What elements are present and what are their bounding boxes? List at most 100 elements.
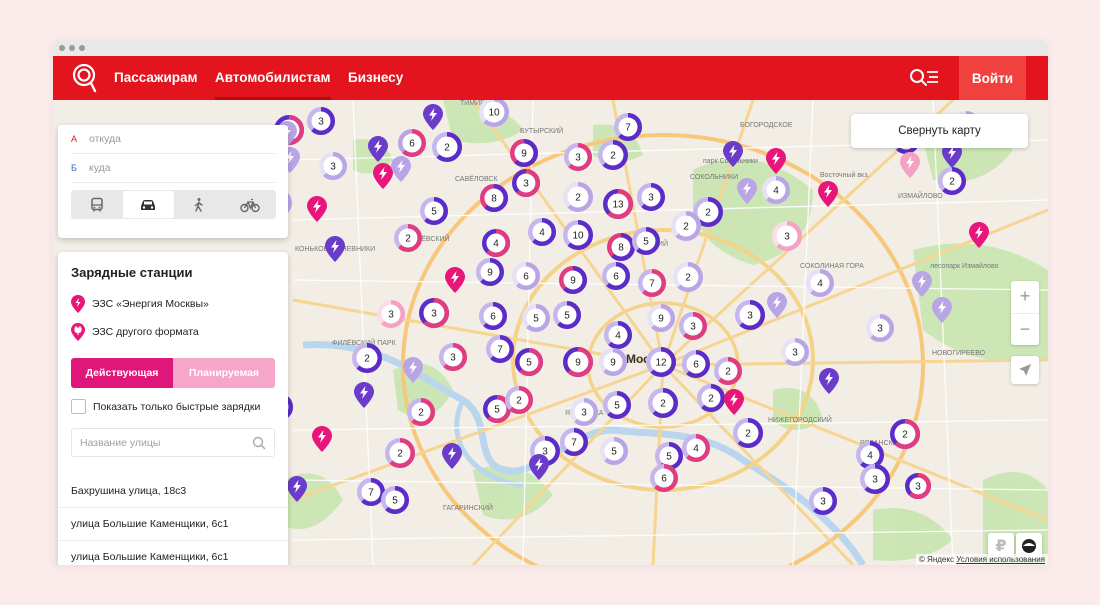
- charging-station-pin-icon[interactable]: [724, 389, 744, 415]
- station-cluster[interactable]: 2: [648, 388, 678, 418]
- station-cluster[interactable]: 3: [570, 398, 598, 426]
- station-cluster[interactable]: 3: [419, 298, 449, 328]
- charging-station-pin-icon[interactable]: [818, 181, 838, 207]
- nav-drivers[interactable]: Автомобилистам: [214, 56, 331, 100]
- collapse-map-button[interactable]: Свернуть карту: [851, 114, 1028, 148]
- station-cluster[interactable]: 3: [307, 107, 335, 135]
- station-cluster[interactable]: 2: [890, 419, 920, 449]
- station-cluster[interactable]: 3: [735, 300, 765, 330]
- station-cluster[interactable]: 3: [439, 343, 467, 371]
- station-cluster[interactable]: 4: [604, 321, 632, 349]
- station-cluster[interactable]: 3: [637, 183, 665, 211]
- station-cluster[interactable]: 5: [381, 486, 409, 514]
- zoom-in-button[interactable]: +: [1011, 281, 1039, 313]
- charging-station-pin-icon[interactable]: [423, 104, 443, 130]
- bike-icon[interactable]: [224, 191, 275, 218]
- station-cluster[interactable]: 4: [762, 176, 790, 204]
- station-cluster[interactable]: 6: [650, 464, 678, 492]
- station-cluster[interactable]: 6: [398, 129, 426, 157]
- charging-station-pin-icon[interactable]: [767, 292, 787, 318]
- station-cluster[interactable]: 9: [476, 258, 504, 286]
- charging-station-pin-icon[interactable]: [445, 267, 465, 293]
- station-cluster[interactable]: 4: [806, 269, 834, 297]
- charging-station-pin-icon[interactable]: [900, 152, 920, 178]
- station-cluster[interactable]: 8: [607, 233, 635, 261]
- charging-station-pin-icon[interactable]: [723, 141, 743, 167]
- status-planned-button[interactable]: Планируемая: [173, 358, 275, 388]
- station-cluster[interactable]: 7: [614, 113, 642, 141]
- zoom-out-button[interactable]: −: [1011, 312, 1039, 346]
- car-icon[interactable]: [122, 191, 174, 218]
- station-cluster[interactable]: 2: [671, 211, 701, 241]
- station-cluster[interactable]: 5: [553, 301, 581, 329]
- station-cluster[interactable]: 7: [638, 269, 666, 297]
- terms-link[interactable]: Условия использования: [956, 555, 1045, 564]
- charging-station-pin-icon[interactable]: [529, 454, 549, 480]
- geolocation-button[interactable]: [1011, 356, 1039, 384]
- station-cluster[interactable]: 3: [866, 314, 894, 342]
- station-cluster[interactable]: 2: [432, 132, 462, 162]
- station-cluster[interactable]: 10: [479, 100, 509, 127]
- station-cluster[interactable]: 2: [407, 398, 435, 426]
- station-cluster[interactable]: 3: [772, 221, 802, 251]
- charging-station-pin-icon[interactable]: [287, 476, 307, 502]
- station-cluster[interactable]: 2: [394, 224, 422, 252]
- station-cluster[interactable]: 5: [420, 197, 448, 225]
- station-cluster[interactable]: 4: [482, 229, 510, 257]
- charging-station-pin-icon[interactable]: [368, 136, 388, 162]
- charging-station-pin-icon[interactable]: [403, 357, 423, 383]
- station-cluster[interactable]: 3: [512, 169, 540, 197]
- station-cluster[interactable]: 3: [905, 473, 931, 499]
- station-cluster[interactable]: 8: [480, 184, 508, 212]
- list-item[interactable]: улица Большие Каменщики, 6с1: [58, 541, 288, 565]
- to-field[interactable]: Б куда: [71, 154, 276, 183]
- nav-passengers[interactable]: Пассажирам: [114, 56, 198, 100]
- station-cluster[interactable]: 9: [510, 139, 538, 167]
- station-cluster[interactable]: 5: [632, 227, 660, 255]
- station-cluster[interactable]: 2: [352, 343, 382, 373]
- station-cluster[interactable]: 9: [599, 348, 627, 376]
- station-cluster[interactable]: 12: [646, 347, 676, 377]
- charging-station-pin-icon[interactable]: [912, 271, 932, 297]
- charging-station-pin-icon[interactable]: [766, 148, 786, 174]
- from-field[interactable]: А откуда: [71, 125, 276, 154]
- station-cluster[interactable]: 2: [598, 140, 628, 170]
- station-cluster[interactable]: 2: [714, 357, 742, 385]
- logo-icon[interactable]: [70, 63, 100, 93]
- map-canvas[interactable]: ВОЙКОВСКИЙТИМИРЯЗБУТЫРСКИЙБОГОРОДСКОЕГОЛ…: [53, 100, 1048, 565]
- station-cluster[interactable]: 2: [673, 262, 703, 292]
- search-menu-icon[interactable]: [908, 66, 940, 90]
- list-item[interactable]: Бахрушина улица, 18с3: [58, 475, 288, 508]
- station-cluster[interactable]: 5: [522, 304, 550, 332]
- charging-station-pin-icon[interactable]: [442, 443, 462, 469]
- charging-station-pin-icon[interactable]: [354, 382, 374, 408]
- station-cluster[interactable]: 3: [377, 300, 405, 328]
- station-cluster[interactable]: 4: [528, 218, 556, 246]
- walk-icon[interactable]: [174, 191, 225, 218]
- charging-station-pin-icon[interactable]: [312, 426, 332, 452]
- station-cluster[interactable]: 6: [479, 302, 507, 330]
- login-button[interactable]: Войти: [959, 56, 1026, 100]
- station-cluster[interactable]: 6: [512, 262, 540, 290]
- charging-station-pin-icon[interactable]: [391, 156, 411, 182]
- station-cluster[interactable]: 9: [559, 266, 587, 294]
- status-active-button[interactable]: Действующая: [71, 358, 173, 388]
- station-cluster[interactable]: 3: [564, 143, 592, 171]
- charging-station-pin-icon[interactable]: [969, 222, 989, 248]
- fast-charge-checkbox[interactable]: [71, 399, 86, 414]
- station-cluster[interactable]: 2: [733, 418, 763, 448]
- charging-station-pin-icon[interactable]: [819, 368, 839, 394]
- station-cluster[interactable]: 13: [603, 189, 633, 219]
- station-cluster[interactable]: 3: [319, 152, 347, 180]
- station-cluster[interactable]: 2: [385, 438, 415, 468]
- station-cluster[interactable]: 10: [563, 220, 593, 250]
- station-cluster[interactable]: 5: [600, 437, 628, 465]
- street-search-input[interactable]: Название улицы: [71, 428, 275, 457]
- station-cluster[interactable]: 7: [486, 335, 514, 363]
- station-cluster[interactable]: 7: [560, 428, 588, 456]
- station-cluster[interactable]: 5: [515, 348, 543, 376]
- station-cluster[interactable]: 6: [602, 262, 630, 290]
- station-cluster[interactable]: 3: [809, 487, 837, 515]
- station-cluster[interactable]: 2: [697, 384, 725, 412]
- charging-station-pin-icon[interactable]: [325, 236, 345, 262]
